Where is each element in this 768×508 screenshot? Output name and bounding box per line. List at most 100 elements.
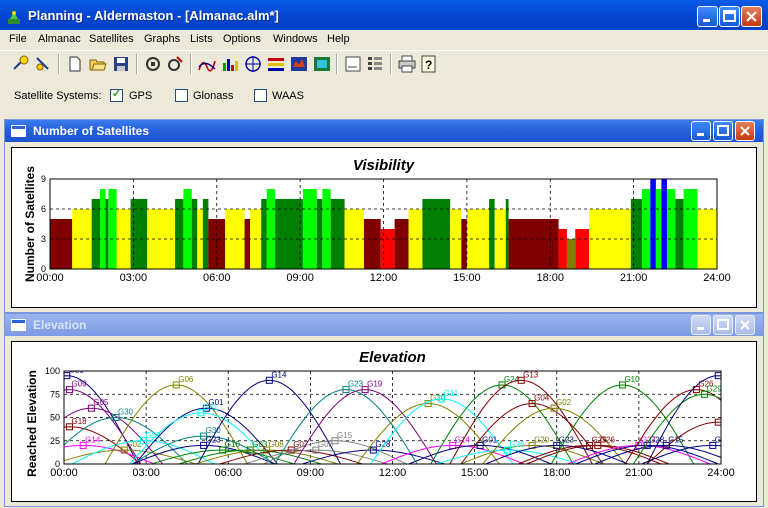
satellite-label: G30 <box>118 408 134 417</box>
elevation-graph-icon[interactable] <box>198 55 216 73</box>
child-close-button[interactable] <box>735 315 755 335</box>
minimize-button[interactable] <box>697 6 718 27</box>
x-tick-label: 15:00 <box>461 467 489 479</box>
satellite-label: G28 <box>375 440 391 449</box>
y-tick-label: 6 <box>41 204 46 214</box>
waas-label[interactable]: WAAS <box>272 90 304 102</box>
satellite-label: G10 <box>624 375 640 384</box>
child-maximize-button[interactable] <box>713 315 733 335</box>
visibility-bar <box>266 189 276 269</box>
visibility-bar <box>50 219 73 269</box>
y-tick-label: 75 <box>50 389 60 399</box>
menu-almanac[interactable]: Almanac <box>38 33 81 45</box>
station-icon[interactable] <box>144 55 162 73</box>
satellite-pass-line <box>302 449 445 464</box>
visibility-bar <box>100 189 106 269</box>
visibility-bar <box>275 199 303 269</box>
visibility-window-titlebar: Number of Satellites <box>5 120 763 142</box>
satellite-systems-label: Satellite Systems: <box>14 90 102 102</box>
toolbar-separator <box>58 54 60 74</box>
chart-title: Visibility <box>353 157 415 174</box>
help-icon[interactable]: ? <box>420 55 438 73</box>
satellite-label: G20 <box>534 435 550 444</box>
menu-windows[interactable]: Windows <box>273 33 318 45</box>
visibility-bar <box>661 179 667 269</box>
toolbar-separator <box>190 54 192 74</box>
menu-lists[interactable]: Lists <box>190 33 213 45</box>
open-folder-icon[interactable] <box>89 55 107 73</box>
visibility-bar <box>105 199 109 269</box>
visibility-bar <box>244 219 251 269</box>
visibility-bar <box>508 219 559 269</box>
satellite-edit-icon[interactable] <box>34 55 52 73</box>
new-document-icon[interactable] <box>66 55 84 73</box>
print-icon[interactable] <box>398 55 416 73</box>
satellite-label: G11 <box>444 389 459 398</box>
visibility-bar <box>316 199 323 269</box>
x-tick-label: 12:00 <box>379 467 407 479</box>
list-icon[interactable] <box>366 55 384 73</box>
visibility-bar <box>330 199 345 269</box>
menu-options[interactable]: Options <box>223 33 261 45</box>
waas-checkbox[interactable] <box>254 89 267 102</box>
glonass-label[interactable]: Glonass <box>193 90 233 102</box>
child-minimize-button[interactable] <box>691 121 711 141</box>
satellite-label: G10 <box>225 440 241 449</box>
world-map-icon[interactable] <box>290 55 308 73</box>
dop-icon[interactable] <box>267 55 285 73</box>
svg-text:?: ? <box>425 58 432 72</box>
world-view-icon[interactable] <box>313 55 331 73</box>
visibility-bar <box>344 209 365 269</box>
satellite-label: G18 <box>71 417 87 426</box>
x-tick-label: 09:00 <box>297 467 325 479</box>
sky-plot-icon[interactable] <box>244 55 262 73</box>
save-icon[interactable] <box>112 55 130 73</box>
satellite-label: G13 <box>523 370 539 379</box>
station-edit-icon[interactable] <box>166 55 184 73</box>
x-tick-label: 15:00 <box>453 272 481 284</box>
satellite-label: G02 <box>556 398 572 407</box>
visibility-bar <box>322 189 331 269</box>
satellite-label: G21 <box>69 366 85 375</box>
visibility-bar <box>302 189 317 269</box>
close-icon <box>740 126 750 136</box>
satellite-pass-line <box>460 402 604 464</box>
checkmark-icon: ✓ <box>112 88 122 100</box>
satellite-pass-line <box>356 402 500 464</box>
glonass-checkbox[interactable] <box>175 89 188 102</box>
table-icon[interactable] <box>344 55 362 73</box>
menu-help[interactable]: Help <box>327 33 350 45</box>
visibility-bar <box>364 219 381 269</box>
open-satellite-icon[interactable] <box>12 55 30 73</box>
close-button[interactable] <box>741 6 762 27</box>
child-minimize-button[interactable] <box>691 315 711 335</box>
x-tick-label: 21:00 <box>620 272 648 284</box>
visibility-bar <box>666 189 676 269</box>
satellite-label: G19 <box>367 380 383 389</box>
gps-label[interactable]: GPS <box>129 90 152 102</box>
x-tick-label: 09:00 <box>286 272 314 284</box>
satellite-label: G26 <box>509 440 525 449</box>
visibility-bar <box>575 229 590 269</box>
visibility-bar <box>566 239 576 269</box>
bar-graph-icon[interactable] <box>221 55 239 73</box>
gps-checkbox[interactable]: ✓ <box>110 88 123 102</box>
y-tick-label: 0 <box>41 264 46 274</box>
menu-file[interactable]: File <box>9 33 27 45</box>
menu-graphs[interactable]: Graphs <box>144 33 180 45</box>
visibility-bar <box>394 219 409 269</box>
satellite-label: G14 <box>85 435 101 444</box>
child-maximize-button[interactable] <box>713 121 733 141</box>
visibility-bar <box>683 189 698 269</box>
menu-satellites[interactable]: Satellites <box>89 33 134 45</box>
y-tick-label: 25 <box>50 436 60 446</box>
title-bar: Planning - Aldermaston - [Almanac.alm*] <box>0 0 768 34</box>
satellite-label: G01 <box>720 366 736 375</box>
maximize-button[interactable] <box>719 6 740 27</box>
satellite-app-icon[interactable] <box>6 9 22 25</box>
visibility-bar <box>225 209 245 269</box>
close-icon <box>740 320 750 330</box>
visibility-bar <box>650 179 656 269</box>
child-close-button[interactable] <box>735 121 755 141</box>
visibility-bar <box>489 199 495 269</box>
